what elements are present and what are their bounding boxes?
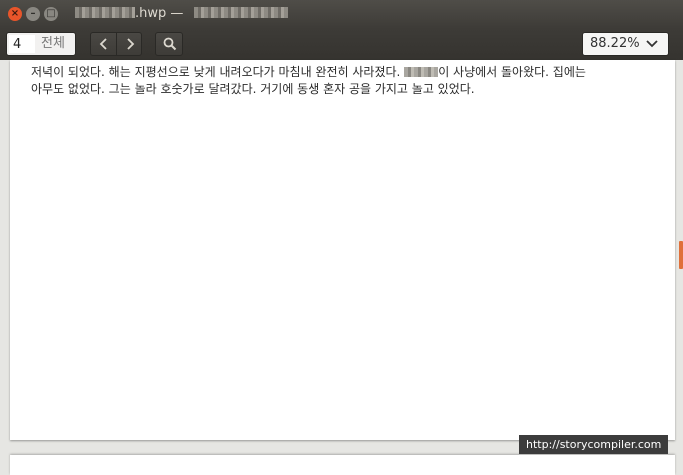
window-title-suffix: .hwp —: [135, 6, 184, 21]
zoom-select[interactable]: 88.22%: [582, 32, 669, 56]
document-text: 저녁이 되었다. 해는 지평선으로 낮게 내려오다가 마침내 완전히 사라졌다.…: [31, 64, 661, 98]
page-selector: 전체: [6, 32, 76, 56]
watermark-label: http://storycompiler.com: [519, 435, 669, 454]
chevron-left-icon: [99, 38, 107, 50]
document-line-1-end: 이 사냥에서 돌아왔다. 집에는: [438, 65, 586, 79]
document-page: 저녁이 되었다. 해는 지평선으로 낮게 내려오다가 마침내 완전히 사라졌다.…: [10, 60, 675, 440]
minimize-window-icon[interactable]: –: [26, 7, 40, 21]
toolbar: 전체 88.22%: [0, 29, 683, 60]
redacted-filename: [75, 7, 135, 18]
redacted-name: [404, 67, 439, 77]
search-button[interactable]: [155, 32, 183, 56]
search-icon: [163, 37, 177, 51]
document-line-2: 아무도 없었다. 그는 놀라 호숫가로 달려갔다. 거기에 동생 혼자 공을 가…: [31, 82, 475, 96]
page-navigation: [90, 32, 142, 56]
page-total-label: 전체: [41, 36, 65, 51]
maximize-window-icon[interactable]: □: [44, 7, 58, 21]
next-document-page: [10, 455, 675, 475]
chevron-right-icon: [126, 38, 134, 50]
scrollbar-thumb[interactable]: [679, 241, 683, 269]
page-number-input[interactable]: [9, 35, 35, 53]
document-line-1-start: 저녁이 되었다. 해는 지평선으로 낮게 내려오다가 마침내 완전히 사라졌다.: [31, 65, 401, 79]
chevron-down-icon: [646, 40, 658, 48]
close-window-icon[interactable]: ×: [8, 7, 22, 21]
zoom-level: 88.22%: [590, 36, 640, 51]
next-page-button[interactable]: [116, 33, 142, 55]
title-bar: × – □ .hwp —: [0, 0, 683, 29]
previous-page-button[interactable]: [91, 33, 116, 55]
window-title: .hwp —: [75, 5, 288, 23]
redacted-app-name: [193, 7, 288, 18]
